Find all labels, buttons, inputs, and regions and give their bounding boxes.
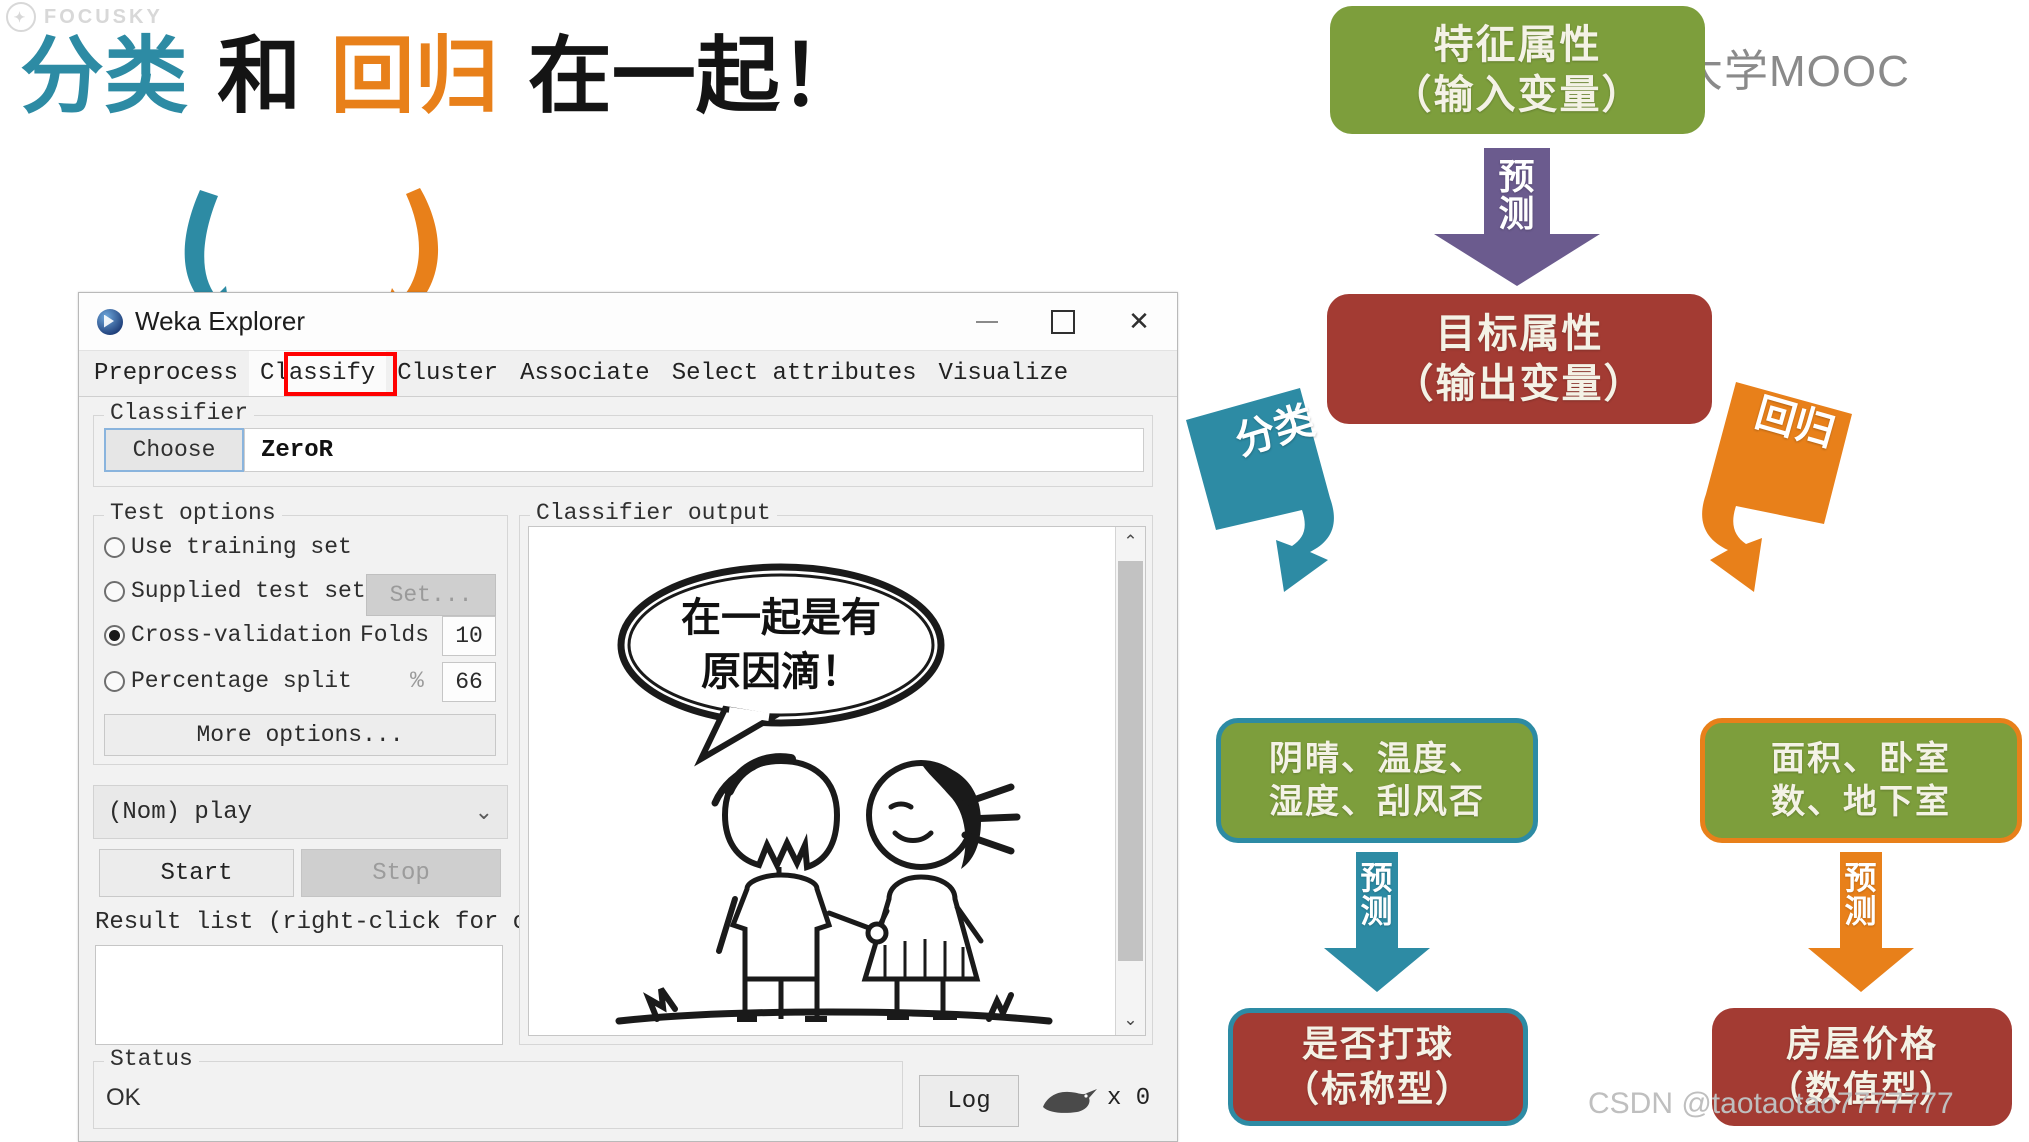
test-options-group-title: Test options [104, 500, 282, 526]
minimize-button[interactable] [949, 293, 1025, 350]
radio-supplied-test-set[interactable]: Supplied test set [104, 578, 366, 604]
classifier-output-area[interactable]: 在一起是有 原因滴！ ⌃ ⌄ [528, 526, 1146, 1036]
predict-top-line2: 测 [1498, 193, 1536, 235]
percentage-split-input[interactable]: 66 [442, 662, 496, 702]
headline-part-together: 在一起！ [527, 27, 864, 125]
slide-root: ✦ FOCUSKY 分类 和 回归 在一起！ Weka Explorer ✕ P… [0, 0, 2029, 1142]
window-title-bar: Weka Explorer ✕ [79, 293, 1177, 351]
output-vertical-scrollbar[interactable]: ⌃ ⌄ [1115, 527, 1145, 1035]
bird-count-label: x 0 [1107, 1084, 1151, 1112]
start-button[interactable]: Start [99, 849, 294, 897]
classifier-group-title: Classifier [104, 400, 255, 426]
radio-use-training-set[interactable]: Use training set [104, 534, 352, 560]
maximize-button[interactable] [1025, 293, 1101, 350]
radio-icon [104, 580, 125, 602]
feature-attribute-line2: （输入变量） [1391, 72, 1644, 118]
status-value: OK [106, 1084, 141, 1111]
window-controls: ✕ [949, 293, 1177, 350]
classifier-value-field[interactable]: ZeroR [244, 428, 1144, 472]
classifier-output-group-title: Classifier output [530, 500, 777, 526]
radio-icon [104, 624, 125, 646]
bird-icon [1043, 1089, 1097, 1113]
tab-visualize[interactable]: Visualize [928, 351, 1080, 396]
status-group: Status OK [93, 1046, 903, 1129]
class-attribute-select[interactable]: (Nom) play ⌄ [93, 785, 508, 839]
classifier-group: Classifier Choose ZeroR [93, 400, 1153, 487]
cartoon-illustration: 在一起是有 原因滴！ [615, 563, 1053, 1025]
more-options-button[interactable]: More options... [104, 714, 496, 756]
left-result-line1: 是否打球 [1301, 1024, 1454, 1065]
scroll-up-icon[interactable]: ⌃ [1116, 527, 1145, 557]
weka-explorer-window: Weka Explorer ✕ Preprocess Classify Clus… [78, 292, 1178, 1142]
headline-part-regression: 回归 [330, 27, 499, 125]
radio-label: Use training set [131, 534, 352, 560]
radio-cross-validation[interactable]: Cross-validation [104, 622, 352, 648]
left-predict-line1: 预 [1360, 859, 1394, 897]
percent-label: % [410, 668, 424, 694]
target-attribute-line2: （输出变量） [1393, 361, 1646, 407]
scrollbar-thumb[interactable] [1118, 561, 1143, 961]
right-predict-line1: 预 [1844, 859, 1878, 897]
set-button[interactable]: Set... [366, 574, 496, 616]
left-result-line2: （标称型） [1282, 1069, 1473, 1110]
right-predict-line2: 测 [1844, 891, 1878, 930]
left-predict-line2: 测 [1360, 891, 1394, 930]
tab-classify[interactable]: Classify [249, 351, 387, 396]
window-title: Weka Explorer [135, 306, 306, 336]
weka-app-icon [97, 308, 123, 335]
headline-part-and: 和 [217, 27, 302, 125]
folds-input[interactable]: 10 [442, 616, 496, 656]
classifier-output-group: Classifier output 在一起是有 原因滴！ ⌃ ⌄ [519, 500, 1153, 1045]
tab-bar: Preprocess Classify Cluster Associate Se… [79, 351, 1177, 397]
focusky-label: FOCUSKY [44, 5, 163, 28]
radio-percentage-split[interactable]: Percentage split [104, 668, 352, 694]
target-attribute-line1: 目标属性 [1435, 311, 1604, 357]
right-feature-line1: 面积、卧室 [1771, 739, 1951, 779]
feature-attribute-line1: 特征属性 [1433, 22, 1602, 68]
chevron-down-icon: ⌄ [474, 799, 493, 825]
radio-icon [104, 536, 125, 558]
left-feature-line1: 阴晴、温度、 [1269, 739, 1485, 779]
scroll-down-icon[interactable]: ⌄ [1116, 1005, 1145, 1035]
csdn-watermark: CSDN @taotaotao7777777 [1588, 1087, 1954, 1120]
right-predict-arrow-label: 预 测 [1827, 862, 1895, 927]
flowchart: 中国大学MOOC 特征属性 （输入变量） 预 测 目标属性 （输出变量） 分类 [1186, 0, 2029, 1142]
close-button[interactable]: ✕ [1101, 293, 1177, 350]
tab-preprocess[interactable]: Preprocess [83, 351, 249, 396]
weka-bird-status: x 0 [1039, 1081, 1150, 1115]
log-button[interactable]: Log [919, 1075, 1019, 1127]
status-group-title: Status [104, 1046, 199, 1072]
right-feature-line2: 数、地下室 [1771, 781, 1951, 822]
headline-part-classification: 分类 [20, 27, 189, 125]
radio-label: Percentage split [131, 668, 352, 694]
tab-associate[interactable]: Associate [509, 351, 661, 396]
speech-line-1: 在一起是有 [681, 595, 881, 641]
left-result-box: 是否打球 （标称型） [1228, 1008, 1528, 1126]
left-feature-box: 阴晴、温度、 湿度、刮风否 [1216, 718, 1538, 843]
right-feature-box: 面积、卧室 数、地下室 [1700, 718, 2022, 843]
predict-top-line1: 预 [1498, 157, 1536, 198]
radio-label: Supplied test set [131, 578, 366, 604]
class-attribute-value: (Nom) play [108, 798, 253, 826]
speech-line-2: 原因滴！ [701, 649, 861, 695]
predict-arrow-top-label: 预 测 [1470, 157, 1564, 235]
test-options-group: Test options Use training set Supplied t… [93, 500, 508, 765]
result-list-box[interactable] [95, 945, 503, 1045]
folds-label: Folds [360, 622, 430, 648]
stop-button: Stop [301, 849, 501, 897]
tab-cluster[interactable]: Cluster [386, 351, 509, 396]
left-feature-line2: 湿度、刮风否 [1269, 781, 1485, 822]
right-result-line1: 房屋价格 [1785, 1024, 1938, 1065]
radio-label: Cross-validation [131, 622, 352, 648]
radio-icon [104, 670, 125, 692]
result-list-label: Result list (right-click for optio [95, 909, 585, 936]
feature-attribute-box: 特征属性 （输入变量） [1330, 6, 1705, 134]
choose-button[interactable]: Choose [104, 428, 244, 472]
page-title: 分类 和 回归 在一起！ [20, 34, 864, 118]
left-predict-arrow-label: 预 测 [1343, 862, 1411, 927]
tab-select-attributes[interactable]: Select attributes [661, 351, 928, 396]
